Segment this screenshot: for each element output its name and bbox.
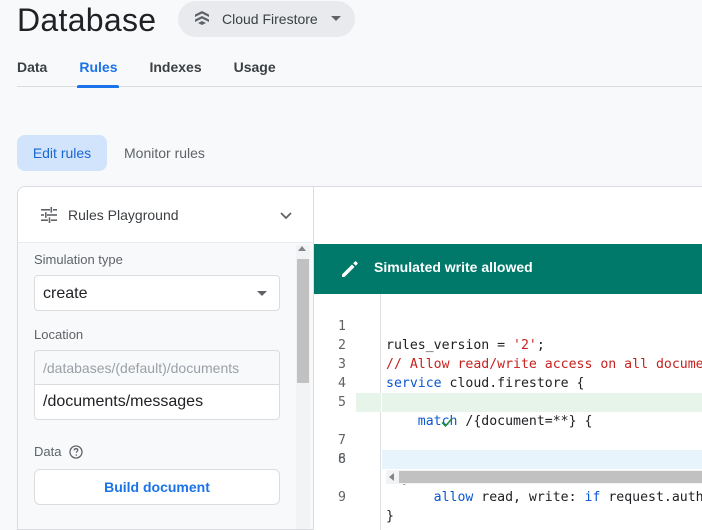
chevron-down-icon[interactable] bbox=[278, 207, 294, 223]
rules-playground-title: Rules Playground bbox=[68, 207, 179, 223]
data-label: Data bbox=[34, 444, 62, 459]
simulation-result-banner: Simulated write allowed bbox=[314, 244, 702, 294]
scrollbar-thumb[interactable] bbox=[297, 259, 309, 383]
scroll-up-arrow-icon[interactable] bbox=[298, 246, 306, 251]
edit-rules-button[interactable]: Edit rules bbox=[17, 135, 107, 171]
tab-indexes[interactable]: Indexes bbox=[149, 48, 201, 87]
simulation-type-value: create bbox=[43, 285, 88, 302]
simulation-result-text: Simulated write allowed bbox=[374, 259, 533, 275]
chevron-down-icon bbox=[331, 16, 341, 21]
database-selector-label: Cloud Firestore bbox=[222, 11, 318, 27]
firestore-icon bbox=[192, 9, 212, 29]
firebase-console-page: Database Cloud Firestore Data Rules Inde… bbox=[0, 0, 702, 530]
horizontal-scrollbar-thumb[interactable] bbox=[399, 471, 702, 483]
code-line: 3 service cloud.firestore { bbox=[314, 336, 702, 391]
horizontal-scrollbar[interactable] bbox=[386, 470, 702, 484]
simulation-type-label: Simulation type bbox=[34, 252, 123, 267]
monitor-rules-button[interactable]: Monitor rules bbox=[124, 135, 205, 171]
code-line-allowed: 6 allow read, write: if request.auth != … bbox=[314, 393, 702, 505]
rules-playground-panel: Rules Playground Simulation type create … bbox=[17, 186, 313, 530]
code-line: 7 } bbox=[314, 412, 702, 467]
rules-playground-header[interactable]: Rules Playground bbox=[18, 187, 313, 243]
code-line: 1 rules_version = '2'; bbox=[314, 298, 702, 353]
dropdown-arrow-icon bbox=[257, 291, 267, 296]
code-text: } bbox=[386, 509, 394, 524]
build-document-button[interactable]: Build document bbox=[34, 469, 280, 505]
page-title: Database bbox=[17, 2, 157, 38]
pencil-icon bbox=[339, 258, 361, 280]
tab-rules[interactable]: Rules bbox=[77, 48, 120, 88]
scroll-left-arrow-icon[interactable] bbox=[389, 473, 394, 481]
cursor-line-highlight bbox=[382, 450, 702, 469]
location-input[interactable]: /documents/messages bbox=[34, 384, 280, 420]
code-line: 8 } bbox=[314, 431, 702, 486]
location-prefix: /databases/(default)/documents bbox=[34, 350, 280, 384]
allowed-line-highlight bbox=[382, 393, 702, 412]
code-line: 5 match /{document=**} { bbox=[314, 374, 702, 429]
rules-editor: Simulated write allowed 1 rules_version … bbox=[313, 186, 702, 530]
code-line: 4 match /databases/{database}/documents … bbox=[314, 355, 702, 410]
tune-icon bbox=[40, 206, 58, 224]
check-icon bbox=[361, 396, 453, 428]
line-number: 9 bbox=[338, 490, 346, 505]
code-text: allow read, write: if request.auth != nu… bbox=[433, 490, 702, 505]
tab-bar: Data Rules Indexes Usage bbox=[17, 48, 702, 88]
rules-playground-body: Simulation type create Location /databas… bbox=[18, 243, 313, 529]
tab-data[interactable]: Data bbox=[17, 48, 47, 87]
database-selector[interactable]: Cloud Firestore bbox=[178, 1, 355, 37]
code-line: 2 // Allow read/write access on all docu… bbox=[314, 317, 702, 372]
help-icon[interactable] bbox=[69, 445, 83, 459]
code-line-cursor: 9 } bbox=[314, 450, 702, 524]
tab-usage[interactable]: Usage bbox=[234, 48, 276, 87]
code-area[interactable]: 1 rules_version = '2'; 2 // Allow read/w… bbox=[314, 294, 702, 530]
simulation-type-select[interactable]: create bbox=[34, 275, 280, 311]
location-label: Location bbox=[34, 327, 84, 342]
